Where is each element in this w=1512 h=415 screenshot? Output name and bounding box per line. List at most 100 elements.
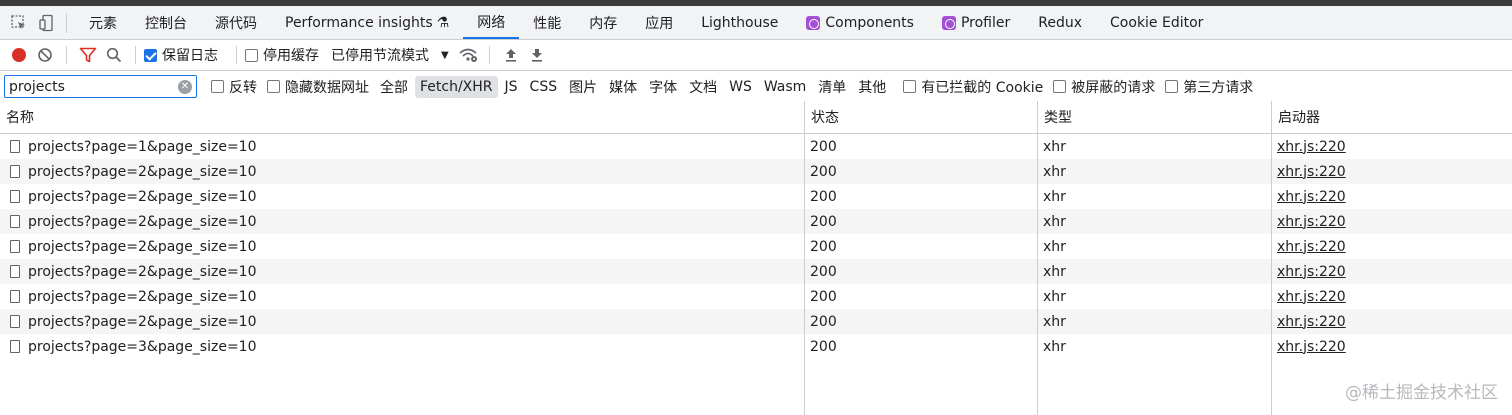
hide-data-urls-checkbox[interactable] (267, 80, 280, 93)
table-row[interactable]: projects?page=2&page_size=10 200 xhr xhr.js… (0, 309, 1512, 334)
chevron-down-icon: ▼ (441, 49, 449, 61)
table-row[interactable]: projects?page=1&page_size=10 200 xhr xhr.js… (0, 134, 1512, 159)
disable-cache-checkbox[interactable] (245, 48, 258, 62)
throttling-select[interactable]: 已停用节流模式 ▼ (331, 45, 449, 65)
tab-0[interactable]: 元素 (75, 6, 131, 39)
initiator-link[interactable]: xhr.js:220 (1277, 289, 1346, 305)
filter-input[interactable] (9, 78, 178, 95)
table-body: projects?page=1&page_size=10 200 xhr xhr.js… (0, 134, 1512, 359)
request-name: projects?page=3&page_size=10 (28, 338, 257, 355)
tab-7[interactable]: 应用 (631, 6, 687, 39)
cell-initiator: xhr.js:220 (1271, 284, 1512, 309)
document-icon (10, 290, 20, 303)
cell-initiator: xhr.js:220 (1271, 234, 1512, 259)
initiator-link[interactable]: xhr.js:220 (1277, 214, 1346, 230)
disable-cache-label: 停用缓存 (263, 48, 319, 64)
initiator-link[interactable]: xhr.js:220 (1277, 139, 1346, 155)
document-icon (10, 165, 20, 178)
document-icon (10, 265, 20, 278)
cell-status: 200 (810, 213, 837, 230)
cell-name: projects?page=2&page_size=10 (0, 234, 804, 259)
column-header-initiator[interactable]: 启动器 (1271, 101, 1512, 133)
filter-type-1[interactable]: Fetch/XHR (415, 75, 498, 98)
cell-type: xhr (1043, 163, 1066, 180)
clear-button[interactable] (32, 42, 58, 68)
cell-type: xhr (1043, 313, 1066, 330)
tab-label: Performance insights (285, 14, 433, 31)
tab-2[interactable]: 源代码 (201, 6, 271, 39)
tab-11[interactable]: Redux (1024, 6, 1096, 39)
document-icon (10, 315, 20, 328)
third-party-checkbox[interactable] (1165, 80, 1179, 93)
document-icon (10, 190, 20, 203)
filter-type-3[interactable]: CSS (525, 76, 563, 98)
table-row[interactable]: projects?page=2&page_size=10 200 xhr xhr.js… (0, 184, 1512, 209)
record-button[interactable] (6, 42, 32, 68)
tab-10[interactable]: Profiler (928, 6, 1024, 39)
initiator-link[interactable]: xhr.js:220 (1277, 264, 1346, 280)
filter-type-10[interactable]: 清单 (813, 74, 851, 100)
tab-4[interactable]: 网络 (463, 6, 520, 39)
table-row[interactable]: projects?page=2&page_size=10 200 xhr xhr.js… (0, 284, 1512, 309)
table-row[interactable]: projects?page=2&page_size=10 200 xhr xhr.js… (0, 159, 1512, 184)
filter-type-2[interactable]: JS (500, 76, 523, 98)
cell-status: 200 (810, 163, 837, 180)
request-name: projects?page=2&page_size=10 (28, 263, 257, 280)
cell-status: 200 (810, 138, 837, 155)
blocked-cookies-label: 有已拦截的 Cookie (921, 79, 1044, 96)
table-row[interactable]: projects?page=2&page_size=10 200 xhr xhr.js… (0, 259, 1512, 284)
inspect-element-icon[interactable] (8, 12, 30, 34)
network-toolbar: 保留日志 停用缓存 已停用节流模式 ▼ (0, 40, 1512, 71)
cell-name: projects?page=2&page_size=10 (0, 284, 804, 309)
cell-type: xhr (1043, 138, 1066, 155)
preserve-log-label: 保留日志 (162, 48, 218, 64)
initiator-link[interactable]: xhr.js:220 (1277, 239, 1346, 255)
tab-8[interactable]: Lighthouse (687, 6, 792, 39)
filter-type-8[interactable]: WS (724, 76, 757, 98)
cell-type: xhr (1043, 288, 1066, 305)
filter-type-9[interactable]: Wasm (759, 76, 811, 98)
filter-type-7[interactable]: 文档 (684, 74, 722, 100)
tab-label: Cookie Editor (1110, 14, 1204, 31)
preserve-log-checkbox[interactable] (144, 48, 157, 62)
import-har-icon[interactable] (498, 42, 524, 68)
filter-type-4[interactable]: 图片 (564, 74, 602, 100)
tab-label: Components (825, 14, 914, 31)
tab-label: 内存 (589, 15, 618, 32)
filter-type-5[interactable]: 媒体 (604, 74, 642, 100)
blocked-requests-checkbox[interactable] (1053, 80, 1067, 93)
table-row[interactable]: projects?page=2&page_size=10 200 xhr xhr.js… (0, 234, 1512, 259)
request-name: projects?page=2&page_size=10 (28, 163, 257, 180)
filter-type-0[interactable]: 全部 (375, 74, 413, 100)
table-row[interactable]: projects?page=3&page_size=10 200 xhr xhr.js… (0, 334, 1512, 359)
table-row[interactable]: projects?page=2&page_size=10 200 xhr xhr.js… (0, 209, 1512, 234)
column-header-status[interactable]: 状态 (804, 101, 1037, 133)
filter-search-box[interactable]: ✕ (4, 75, 197, 98)
initiator-link[interactable]: xhr.js:220 (1277, 189, 1346, 205)
tab-5[interactable]: 性能 (519, 6, 575, 39)
initiator-link[interactable]: xhr.js:220 (1277, 314, 1346, 330)
cell-status: 200 (810, 338, 837, 355)
invert-checkbox[interactable] (211, 80, 224, 93)
blocked-cookies-checkbox[interactable] (903, 80, 917, 93)
request-table: 名称 状态 类型 启动器 projects?page=1&page_size=1… (0, 101, 1512, 415)
blocked-requests-label: 被屏蔽的请求 (1071, 79, 1156, 96)
tab-12[interactable]: Cookie Editor (1096, 6, 1217, 39)
filter-type-11[interactable]: 其他 (853, 74, 891, 100)
device-toolbar-icon[interactable] (36, 12, 58, 34)
tab-1[interactable]: 控制台 (131, 6, 201, 39)
filter-type-6[interactable]: 字体 (644, 74, 682, 100)
network-conditions-icon[interactable] (455, 42, 481, 68)
column-header-type[interactable]: 类型 (1037, 101, 1271, 133)
toolbar-divider (135, 46, 136, 64)
tab-3[interactable]: Performance insights ⚗ (271, 6, 463, 39)
export-har-icon[interactable] (524, 42, 550, 68)
clear-icon[interactable]: ✕ (178, 79, 192, 94)
initiator-link[interactable]: xhr.js:220 (1277, 164, 1346, 180)
filter-icon[interactable] (75, 42, 101, 68)
search-icon[interactable] (101, 42, 127, 68)
column-header-name[interactable]: 名称 (0, 101, 804, 133)
tab-9[interactable]: Components (792, 6, 928, 39)
initiator-link[interactable]: xhr.js:220 (1277, 339, 1346, 355)
tab-6[interactable]: 内存 (575, 6, 631, 39)
